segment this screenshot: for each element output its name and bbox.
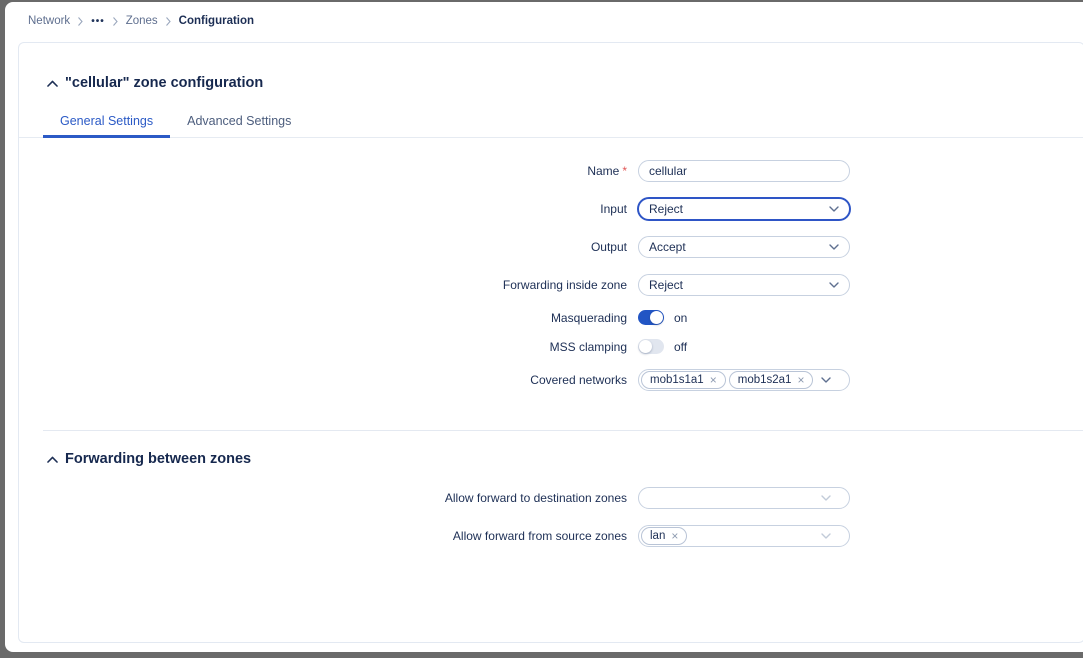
- output-select-value: Accept: [649, 240, 829, 254]
- output-select[interactable]: Accept: [638, 236, 850, 258]
- field-row-covered-networks: Covered networks mob1s1a1 × mob1s2a1 ×: [19, 369, 1083, 391]
- allow-forward-from-label: Allow forward from source zones: [19, 529, 627, 543]
- forwarding-inside-zone-select[interactable]: Reject: [638, 274, 850, 296]
- zone-section-header: "cellular" zone configuration: [47, 75, 1083, 91]
- name-input[interactable]: cellular: [638, 160, 850, 182]
- forwarding-inside-zone-label: Forwarding inside zone: [19, 278, 627, 292]
- remove-tag-icon[interactable]: ×: [671, 530, 678, 542]
- output-label: Output: [19, 240, 627, 254]
- chevron-down-icon: [829, 282, 839, 288]
- section-divider: [43, 430, 1083, 431]
- settings-tabs: General Settings Advanced Settings: [19, 109, 1083, 138]
- chevron-right-icon: [78, 17, 83, 26]
- breadcrumb-item-zones[interactable]: Zones: [126, 15, 158, 27]
- remove-tag-icon[interactable]: ×: [710, 374, 717, 386]
- masquerading-label: Masquerading: [19, 311, 627, 325]
- input-select[interactable]: Reject: [638, 198, 850, 220]
- chevron-down-icon: [821, 495, 831, 501]
- collapse-chevron-up-icon[interactable]: [47, 80, 58, 87]
- masquerading-toggle[interactable]: [638, 310, 664, 325]
- tab-advanced-settings[interactable]: Advanced Settings: [170, 109, 308, 138]
- field-row-allow-forward-to: Allow forward to destination zones: [19, 487, 1083, 509]
- tag-label: mob1s2a1: [738, 374, 792, 386]
- input-label: Input: [19, 202, 627, 216]
- tab-general-settings[interactable]: General Settings: [43, 109, 170, 138]
- name-input-value: cellular: [649, 164, 839, 178]
- name-label-text: Name: [587, 164, 619, 178]
- field-row-forwarding-inside-zone: Forwarding inside zone Reject: [19, 274, 1083, 296]
- covered-networks-multiselect[interactable]: mob1s1a1 × mob1s2a1 ×: [638, 369, 850, 391]
- forwarding-section-title: Forwarding between zones: [65, 451, 251, 467]
- chevron-down-icon: [829, 244, 839, 250]
- breadcrumb: Network ••• Zones Configuration: [5, 2, 1083, 27]
- required-asterisk: *: [622, 164, 627, 178]
- chevron-down-icon: [821, 533, 831, 539]
- forwarding-section-header: Forwarding between zones: [47, 451, 1083, 467]
- tag-chip[interactable]: lan ×: [641, 527, 687, 545]
- breadcrumb-item-network[interactable]: Network: [28, 15, 70, 27]
- field-row-allow-forward-from: Allow forward from source zones lan ×: [19, 525, 1083, 547]
- breadcrumb-ellipsis-icon[interactable]: •••: [91, 16, 105, 27]
- masquerading-state-label: on: [674, 311, 687, 325]
- forwarding-inside-zone-value: Reject: [649, 278, 829, 292]
- allow-forward-from-multiselect[interactable]: lan ×: [638, 525, 850, 547]
- toggle-knob: [650, 311, 663, 324]
- input-select-value: Reject: [649, 202, 829, 216]
- allow-forward-to-multiselect[interactable]: [638, 487, 850, 509]
- mss-clamping-label: MSS clamping: [19, 340, 627, 354]
- toggle-knob: [639, 340, 652, 353]
- tag-label: mob1s1a1: [650, 374, 704, 386]
- tag-label: lan: [650, 530, 665, 542]
- breadcrumb-item-configuration: Configuration: [179, 15, 254, 27]
- field-row-input: Input Reject: [19, 198, 1083, 220]
- collapse-chevron-up-icon[interactable]: [47, 456, 58, 463]
- chevron-down-icon: [829, 206, 839, 212]
- mss-clamping-toggle[interactable]: [638, 339, 664, 354]
- tag-chip[interactable]: mob1s2a1 ×: [729, 371, 814, 389]
- field-row-output: Output Accept: [19, 236, 1083, 258]
- allow-forward-to-label: Allow forward to destination zones: [19, 491, 627, 505]
- zone-section-title: "cellular" zone configuration: [65, 75, 263, 91]
- zone-configuration-card: "cellular" zone configuration General Se…: [18, 42, 1083, 643]
- field-row-masquerading: Masquerading on: [19, 310, 1083, 325]
- page: Network ••• Zones Configuration "cellula…: [5, 2, 1083, 652]
- remove-tag-icon[interactable]: ×: [797, 374, 804, 386]
- tag-chip[interactable]: mob1s1a1 ×: [641, 371, 726, 389]
- chevron-down-icon: [821, 377, 831, 383]
- chevron-right-icon: [166, 17, 171, 26]
- field-row-mss-clamping: MSS clamping off: [19, 339, 1083, 354]
- chevron-right-icon: [113, 17, 118, 26]
- mss-clamping-state-label: off: [674, 340, 687, 354]
- field-row-name: Name* cellular: [19, 160, 1083, 182]
- covered-networks-label: Covered networks: [19, 373, 627, 387]
- name-label: Name*: [19, 164, 627, 178]
